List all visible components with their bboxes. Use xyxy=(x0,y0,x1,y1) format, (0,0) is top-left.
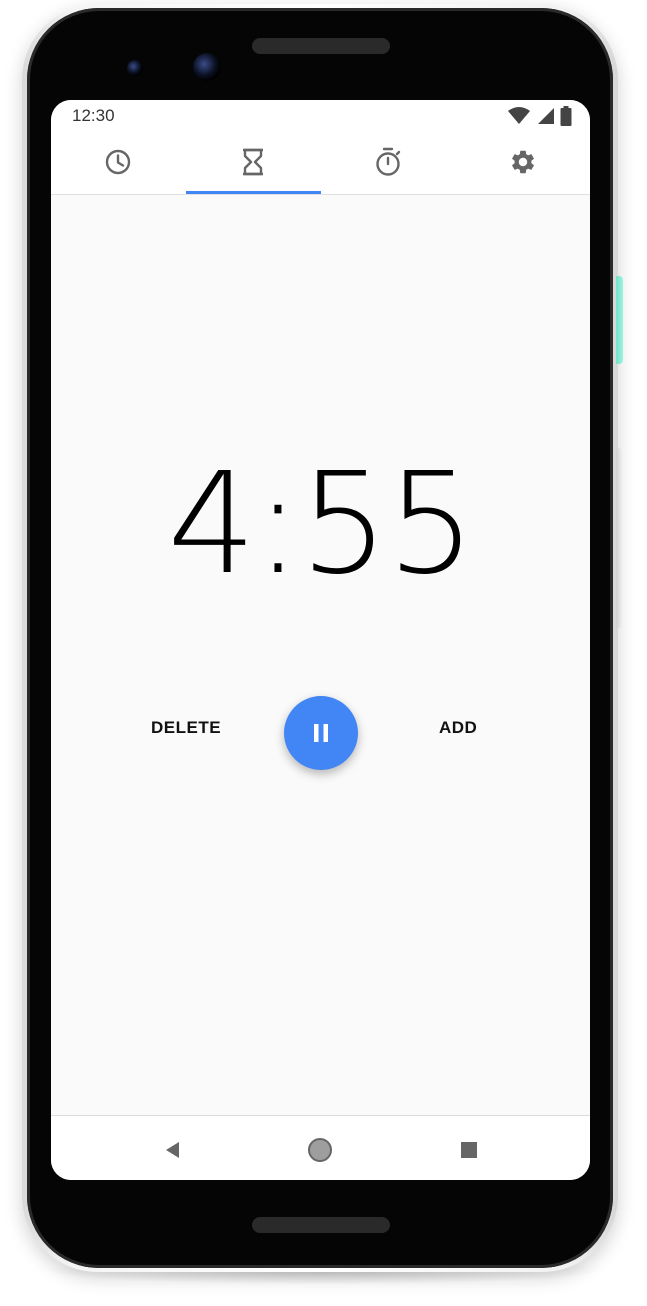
delete-button[interactable]: DELETE xyxy=(151,718,221,738)
wifi-icon xyxy=(508,107,530,124)
recents-icon xyxy=(461,1142,477,1158)
nav-recents-button[interactable] xyxy=(455,1136,483,1164)
tab-stopwatch[interactable] xyxy=(321,130,455,194)
status-bar: 12:30 xyxy=(51,100,590,130)
battery-icon xyxy=(560,106,572,126)
home-icon xyxy=(308,1138,332,1162)
front-camera xyxy=(193,53,221,81)
pause-icon xyxy=(314,724,328,742)
nav-home-button[interactable] xyxy=(306,1136,334,1164)
stopwatch-icon xyxy=(376,147,401,176)
gear-icon xyxy=(512,150,534,174)
clock-icon xyxy=(105,149,131,175)
back-icon xyxy=(166,1142,179,1158)
bottom-speaker xyxy=(252,1217,390,1233)
cellular-signal-icon xyxy=(538,108,554,124)
tab-bar xyxy=(51,130,590,195)
front-sensor xyxy=(127,60,143,76)
status-icons xyxy=(508,106,572,126)
add-time-button[interactable]: ADD xyxy=(439,718,477,738)
earpiece-speaker xyxy=(252,38,390,54)
nav-back-button[interactable] xyxy=(158,1136,186,1164)
screen: 12:30 4:55 DELETE ADD xyxy=(51,100,590,1180)
tab-timer[interactable] xyxy=(186,130,320,194)
tab-clock[interactable] xyxy=(51,130,185,194)
selected-tab-indicator xyxy=(186,191,321,194)
navigation-bar xyxy=(51,1115,590,1180)
timer-remaining: 4:55 xyxy=(167,443,475,606)
pause-button[interactable] xyxy=(284,696,358,770)
volume-button xyxy=(616,448,622,628)
tab-settings[interactable] xyxy=(456,130,590,194)
power-button xyxy=(616,276,623,364)
status-time: 12:30 xyxy=(72,106,115,125)
hourglass-icon xyxy=(243,148,263,176)
